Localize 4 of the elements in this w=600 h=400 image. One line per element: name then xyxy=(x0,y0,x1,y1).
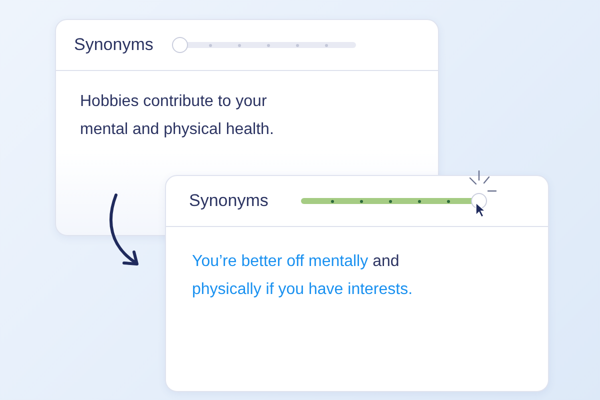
card-title: Synonyms xyxy=(189,191,268,211)
paragraph: Hobbies contribute to your mental and physical health. xyxy=(80,92,275,140)
paragraph: You’re better off mentally and physically if you have interests. xyxy=(192,252,414,300)
card-title: Synonyms xyxy=(74,35,154,55)
